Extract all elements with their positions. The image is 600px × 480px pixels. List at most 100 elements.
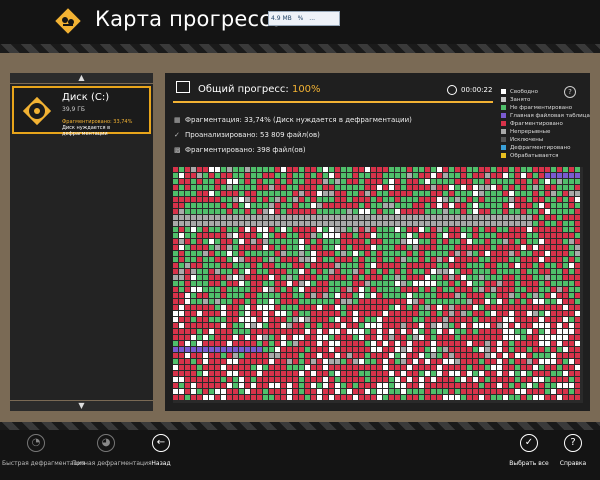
cluster-block: [389, 209, 394, 214]
cluster-block: [305, 179, 310, 184]
legend-help-icon[interactable]: ?: [564, 86, 576, 98]
quick-defrag-label: Быстрая дефрагментация: [2, 460, 86, 467]
cluster-block: [527, 179, 532, 184]
cluster-block: [575, 269, 580, 274]
cluster-block: [257, 329, 262, 334]
title-widget[interactable]: 4.9 MB % ...: [268, 11, 340, 26]
cluster-block: [533, 293, 538, 298]
cluster-block: [317, 383, 322, 388]
scroll-up-button[interactable]: ▲: [10, 73, 153, 83]
cluster-block: [347, 329, 352, 334]
cluster-block: [425, 281, 430, 286]
cluster-block: [515, 191, 520, 196]
cluster-block: [569, 317, 574, 322]
cluster-block: [227, 281, 232, 286]
cluster-block: [413, 269, 418, 274]
cluster-block: [395, 251, 400, 256]
cluster-block: [323, 275, 328, 280]
cluster-block: [539, 341, 544, 346]
cluster-block: [293, 233, 298, 238]
cluster-block: [323, 263, 328, 268]
help-button[interactable]: ? Справка: [558, 434, 588, 467]
cluster-block: [215, 203, 220, 208]
cluster-block: [539, 359, 544, 364]
cluster-block: [395, 389, 400, 394]
select-all-button[interactable]: ✓ Выбрать все: [507, 434, 551, 467]
cluster-block: [251, 389, 256, 394]
scroll-down-button[interactable]: ▼: [10, 401, 153, 411]
cluster-block: [509, 203, 514, 208]
cluster-block: [335, 209, 340, 214]
cluster-block: [287, 347, 292, 352]
cluster-block: [263, 329, 268, 334]
cluster-block: [371, 245, 376, 250]
cluster-block: [341, 185, 346, 190]
cluster-block: [317, 317, 322, 322]
cluster-block: [359, 305, 364, 310]
cluster-block: [491, 293, 496, 298]
cluster-block: [533, 377, 538, 382]
cluster-block: [227, 341, 232, 346]
cluster-block: [323, 185, 328, 190]
cluster-block: [269, 251, 274, 256]
cluster-block: [317, 173, 322, 178]
cluster-block: [371, 293, 376, 298]
cluster-block: [179, 269, 184, 274]
cluster-block: [389, 377, 394, 382]
cluster-block: [449, 203, 454, 208]
cluster-block: [455, 233, 460, 238]
cluster-block: [341, 191, 346, 196]
cluster-block: [407, 245, 412, 250]
cluster-block: [233, 287, 238, 292]
legend-swatch: [501, 137, 506, 142]
cluster-block: [413, 383, 418, 388]
cluster-block: [371, 275, 376, 280]
cluster-block: [389, 227, 394, 232]
cluster-block: [245, 245, 250, 250]
cluster-block: [227, 245, 232, 250]
drive-tile-c[interactable]: Диск (C:) 39,9 ГБ Фрагментировано: 33,74…: [12, 86, 151, 137]
cluster-block: [479, 347, 484, 352]
cluster-block: [545, 239, 550, 244]
cluster-block: [401, 323, 406, 328]
cluster-block: [197, 203, 202, 208]
cluster-block: [575, 347, 580, 352]
cluster-block: [311, 317, 316, 322]
cluster-block: [545, 305, 550, 310]
cluster-block: [335, 323, 340, 328]
full-defrag-button[interactable]: ◕ Полная дефрагментация: [72, 434, 152, 467]
cluster-block: [467, 185, 472, 190]
back-button[interactable]: ← Назад: [146, 434, 176, 467]
cluster-block: [311, 185, 316, 190]
cluster-block: [239, 329, 244, 334]
cluster-block: [377, 263, 382, 268]
cluster-block: [551, 239, 556, 244]
cluster-block: [443, 167, 448, 172]
cluster-block: [563, 395, 568, 400]
cluster-block: [575, 257, 580, 262]
cluster-block: [413, 317, 418, 322]
cluster-block: [539, 233, 544, 238]
cluster-block: [437, 383, 442, 388]
cluster-block: [215, 377, 220, 382]
cluster-block: [335, 287, 340, 292]
cluster-block: [299, 209, 304, 214]
cluster-block: [551, 299, 556, 304]
cluster-block: [251, 257, 256, 262]
cluster-block: [251, 221, 256, 226]
cluster-block: [251, 323, 256, 328]
cluster-block: [455, 395, 460, 400]
cluster-block: [383, 293, 388, 298]
quick-defrag-button[interactable]: ◔ Быстрая дефрагментация: [2, 434, 86, 467]
cluster-block: [353, 299, 358, 304]
cluster-block: [557, 329, 562, 334]
cluster-block: [329, 203, 334, 208]
cluster-block: [533, 305, 538, 310]
cluster-block: [239, 335, 244, 340]
cluster-block: [431, 263, 436, 268]
cluster-block: [491, 233, 496, 238]
cluster-block: [281, 269, 286, 274]
cluster-block: [299, 179, 304, 184]
cluster-block: [539, 293, 544, 298]
cluster-block: [341, 173, 346, 178]
